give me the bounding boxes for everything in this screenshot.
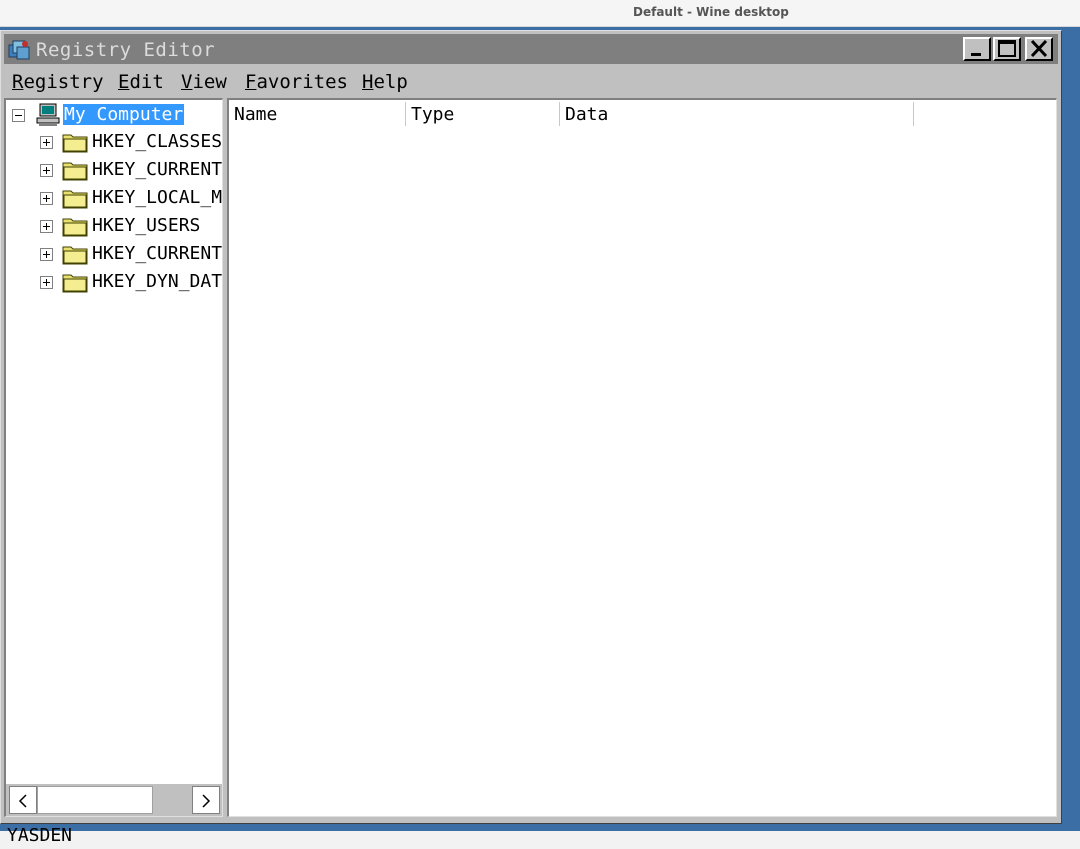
folder-icon: [62, 190, 88, 209]
collapse-icon[interactable]: [12, 109, 25, 122]
expand-icon[interactable]: [40, 164, 53, 177]
tree-node-key[interactable]: HKEY_CURRENT_: [6, 158, 222, 184]
status-bar: YASDEN: [4, 819, 1058, 849]
minimize-icon: [971, 53, 981, 56]
window-title: Registry Editor: [36, 39, 216, 61]
registry-app-icon: [8, 40, 30, 60]
folder-icon: [62, 162, 88, 181]
folder-icon: [62, 246, 88, 265]
close-button[interactable]: [1025, 37, 1053, 61]
column-header-type[interactable]: Type: [406, 100, 559, 126]
registry-editor-window: Registry Editor Registry Edit View Favor…: [0, 30, 1062, 846]
maximize-icon: [998, 40, 1016, 57]
tree-horizontal-scrollbar[interactable]: [6, 784, 222, 816]
tree-node-key[interactable]: HKEY_DYN_DATA: [6, 270, 222, 296]
host-window-bar: Default - Wine desktop: [0, 0, 1080, 27]
scroll-right-button[interactable]: [192, 786, 220, 814]
values-list-pane[interactable]: Name Type Data: [227, 98, 1057, 817]
expand-icon[interactable]: [40, 136, 53, 149]
tree-node-key[interactable]: HKEY_CLASSES_: [6, 130, 222, 156]
tree-key-label[interactable]: HKEY_LOCAL_MA: [92, 187, 222, 208]
expand-icon[interactable]: [40, 192, 53, 205]
tree-node-key[interactable]: HKEY_USERS: [6, 214, 222, 240]
maximize-button[interactable]: [993, 37, 1021, 61]
chevron-left-icon: [18, 794, 27, 808]
expand-icon[interactable]: [40, 248, 53, 261]
expand-icon[interactable]: [40, 220, 53, 233]
scroll-thumb[interactable]: [37, 786, 153, 814]
menu-registry[interactable]: Registry: [12, 71, 104, 93]
menu-edit[interactable]: Edit: [118, 71, 164, 93]
tree-node-my-computer[interactable]: My Computer: [6, 102, 222, 128]
column-header-data[interactable]: Data: [560, 100, 913, 126]
close-icon: [1030, 40, 1048, 58]
menu-favorites[interactable]: Favorites: [245, 71, 348, 93]
tree-key-label[interactable]: HKEY_CLASSES_: [92, 131, 222, 152]
key-tree-pane[interactable]: My Computer HKEY_CLASSES_ HKEY_CURRENT_ …: [4, 98, 223, 817]
folder-icon: [62, 274, 88, 293]
folder-icon: [62, 134, 88, 153]
watermark-text: 值 什么值得买: [912, 794, 1039, 818]
chevron-right-icon: [202, 794, 211, 808]
folder-icon: [62, 218, 88, 237]
column-divider[interactable]: [913, 102, 914, 126]
menu-view[interactable]: View: [181, 71, 227, 93]
menu-help[interactable]: Help: [362, 71, 408, 93]
menu-bar: Registry Edit View Favorites Help: [4, 67, 1058, 95]
scroll-left-button[interactable]: [9, 786, 37, 814]
tree-node-key[interactable]: HKEY_CURRENT_: [6, 242, 222, 268]
tree-key-label[interactable]: HKEY_CURRENT_: [92, 159, 222, 180]
tree-node-key[interactable]: HKEY_LOCAL_MA: [6, 186, 222, 212]
status-text: YASDEN: [7, 825, 73, 846]
tree-key-label[interactable]: HKEY_DYN_DATA: [92, 271, 222, 292]
column-header-name[interactable]: Name: [229, 100, 405, 126]
minimize-button[interactable]: [963, 37, 991, 61]
expand-icon[interactable]: [40, 276, 53, 289]
tree-key-label[interactable]: HKEY_USERS: [92, 215, 200, 236]
host-window-title: Default - Wine desktop: [633, 5, 789, 19]
tree-root-label[interactable]: My Computer: [63, 104, 185, 125]
computer-icon: [36, 103, 60, 126]
tree-key-label[interactable]: HKEY_CURRENT_: [92, 243, 222, 264]
title-bar[interactable]: Registry Editor: [4, 34, 1058, 64]
